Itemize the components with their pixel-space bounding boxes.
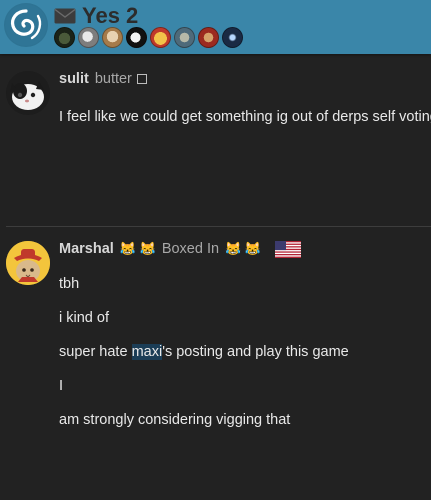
participant-avatar[interactable] [174, 27, 195, 48]
us-flag-icon [275, 240, 302, 258]
post: sulit butter I feel like we could get so… [0, 64, 431, 226]
participant-avatar[interactable] [150, 27, 171, 48]
post-text: am strongly considering vigging that [59, 412, 291, 428]
envelope-icon [54, 8, 76, 24]
user-title: Boxed In [161, 241, 220, 257]
username[interactable]: sulit [59, 71, 89, 87]
post-text: i kind of [59, 310, 109, 326]
post-text: I [59, 378, 64, 394]
highlighted-mention: maxi [131, 344, 163, 360]
topic-header: Yes 2 [0, 0, 431, 54]
cat-avatar-icon [6, 71, 50, 115]
participant-avatar[interactable] [102, 27, 123, 48]
participant-avatar[interactable] [126, 27, 147, 48]
cat-emoji-icon: 😹 😹 [119, 241, 156, 256]
avatar[interactable] [6, 71, 50, 115]
participant-avatar[interactable] [78, 27, 99, 48]
square-icon [136, 74, 147, 84]
participant-avatar[interactable] [198, 27, 219, 48]
swirl-logo-icon [5, 4, 47, 46]
site-logo[interactable] [4, 3, 48, 47]
cowboy-cat-avatar-icon [6, 241, 50, 285]
topic-title[interactable]: Yes 2 [82, 3, 138, 29]
post-text: I feel like we could get something ig ou… [59, 109, 431, 125]
post-divider [6, 226, 431, 227]
user-title: butter [94, 71, 132, 87]
cat-emoji-icon: 😹 😹 [225, 241, 262, 256]
post-text: super hate maxi's posting and play this … [59, 344, 349, 360]
post-text: tbh [59, 276, 80, 292]
post: Marshal 😹 😹 Boxed In 😹 😹 tbh i kind of s… [0, 234, 431, 500]
username[interactable]: Marshal [59, 241, 114, 257]
participant-avatars [54, 27, 243, 49]
avatar[interactable] [6, 241, 50, 285]
participant-avatar[interactable] [222, 27, 243, 48]
participant-avatar[interactable] [54, 27, 75, 48]
